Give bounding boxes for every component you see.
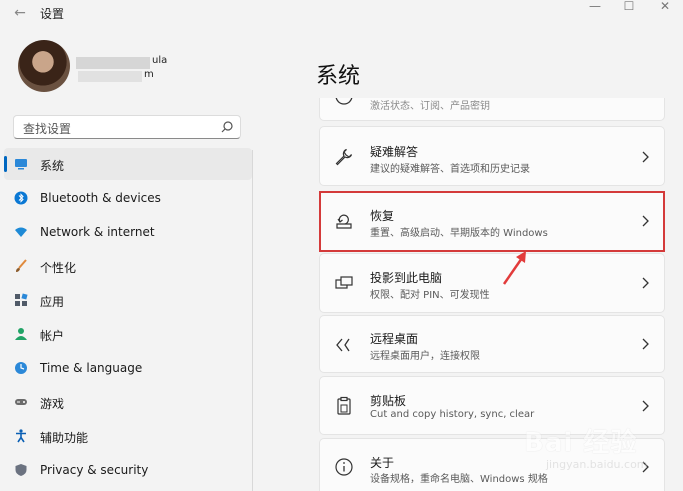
wrench-icon xyxy=(335,148,353,166)
annotation-arrow-icon xyxy=(502,251,526,285)
sidebar-item-label: 应用 xyxy=(40,295,65,309)
watermark-url: jingyan.baidu.com xyxy=(546,458,648,471)
settings-card-remote-desktop[interactable]: 远程桌面 远程桌面用户，连接权限 xyxy=(319,315,665,373)
settings-card-project[interactable]: 投影到此电脑 权限、配对 PIN、可发现性 xyxy=(319,253,665,313)
bluetooth-icon xyxy=(14,191,28,205)
clipboard-icon xyxy=(337,396,351,415)
sidebar-item-label: 个性化 xyxy=(40,261,77,275)
sidebar-item-privacy[interactable]: Privacy & security xyxy=(4,454,252,486)
blurred-email xyxy=(78,71,142,82)
card-title: 远程桌面 xyxy=(370,332,419,346)
sidebar-item-network[interactable]: Network & internet xyxy=(4,216,252,248)
sidebar-item-label: 帐户 xyxy=(40,329,65,343)
settings-card-troubleshoot[interactable]: 疑难解答 建议的疑难解答、首选项和历史记录 xyxy=(319,126,665,186)
sidebar-item-label: Bluetooth & devices xyxy=(40,191,161,205)
avatar[interactable] xyxy=(18,40,70,92)
recovery-icon xyxy=(336,214,352,229)
search-box[interactable]: 查找设置 xyxy=(13,115,241,139)
settings-card-recovery[interactable]: 恢复 重置、高级启动、早期版本的 Windows xyxy=(319,191,665,252)
chevron-right-icon xyxy=(642,277,649,289)
activation-icon xyxy=(335,98,353,105)
card-subtitle: Cut and copy history, sync, clear xyxy=(370,409,535,420)
close-button[interactable]: ✕ xyxy=(648,0,682,14)
personalization-brush-icon xyxy=(16,259,27,272)
selection-indicator xyxy=(4,156,7,172)
sidebar-item-personalization[interactable]: 个性化 xyxy=(4,250,252,282)
project-icon xyxy=(335,276,353,289)
sidebar-item-system[interactable]: 系统 xyxy=(4,148,252,180)
card-title: 剪贴板 xyxy=(370,394,407,408)
accessibility-icon xyxy=(16,429,26,443)
sidebar-item-bluetooth[interactable]: Bluetooth & devices xyxy=(4,182,252,214)
account-icon xyxy=(15,328,27,340)
user-info[interactable]: ula m xyxy=(76,55,186,83)
card-subtitle: 建议的疑难解答、首选项和历史记录 xyxy=(370,164,530,175)
page-title: 系统 xyxy=(316,64,361,89)
apps-icon xyxy=(15,293,28,306)
card-title: 关于 xyxy=(370,456,395,470)
chevron-right-icon xyxy=(642,215,649,227)
card-subtitle: 远程桌面用户，连接权限 xyxy=(370,351,480,362)
remote-desktop-icon xyxy=(336,338,350,352)
minimize-button[interactable]: — xyxy=(578,0,612,14)
sidebar-item-label: 游戏 xyxy=(40,397,65,411)
card-title: 投影到此电脑 xyxy=(370,271,443,285)
back-arrow-icon[interactable]: ← xyxy=(10,3,30,23)
chevron-right-icon xyxy=(642,151,649,163)
sidebar-item-apps[interactable]: 应用 xyxy=(4,284,252,316)
app-title: 设置 xyxy=(40,7,65,21)
chevron-right-icon xyxy=(642,338,649,350)
gaming-icon xyxy=(15,399,27,405)
sidebar-item-label: Network & internet xyxy=(40,225,155,239)
card-subtitle: 权限、配对 PIN、可发现性 xyxy=(370,290,490,301)
title-bar: ← 设置 — ☐ ✕ xyxy=(0,0,683,26)
time-language-icon xyxy=(15,362,27,374)
search-icon[interactable] xyxy=(220,120,234,134)
watermark-logo-text: Bai 经验 xyxy=(524,428,638,458)
network-icon xyxy=(15,227,27,237)
sidebar-item-label: 辅助功能 xyxy=(40,431,89,445)
user-email: m xyxy=(144,69,154,80)
shield-icon xyxy=(15,464,27,476)
sidebar-item-gaming[interactable]: 游戏 xyxy=(4,386,252,418)
watermark: Bai 经验 jingyan.baidu.com xyxy=(516,420,676,480)
pane-divider xyxy=(252,150,253,491)
user-name: ula xyxy=(152,55,168,66)
card-subtitle: 激活状态、订阅、产品密钥 xyxy=(370,101,490,112)
sidebar-item-accessibility[interactable]: 辅助功能 xyxy=(4,420,252,452)
system-icon xyxy=(15,159,27,170)
blurred-username xyxy=(76,57,150,69)
card-title: 疑难解答 xyxy=(370,145,419,159)
sidebar-item-time-language[interactable]: Time & language xyxy=(4,352,252,384)
sidebar-item-label: 系统 xyxy=(40,159,65,173)
sidebar-item-label: Time & language xyxy=(40,361,143,375)
sidebar-item-accounts[interactable]: 帐户 xyxy=(4,318,252,350)
card-title: 恢复 xyxy=(370,209,395,223)
card-subtitle: 重置、高级启动、早期版本的 Windows xyxy=(370,228,548,239)
info-icon xyxy=(335,458,353,476)
chevron-right-icon xyxy=(642,400,649,412)
sidebar-item-label: Privacy & security xyxy=(40,463,149,477)
settings-card-activation[interactable]: 激活状态、订阅、产品密钥 xyxy=(319,98,665,121)
search-input[interactable]: 查找设置 xyxy=(23,120,71,137)
maximize-button[interactable]: ☐ xyxy=(612,0,646,14)
